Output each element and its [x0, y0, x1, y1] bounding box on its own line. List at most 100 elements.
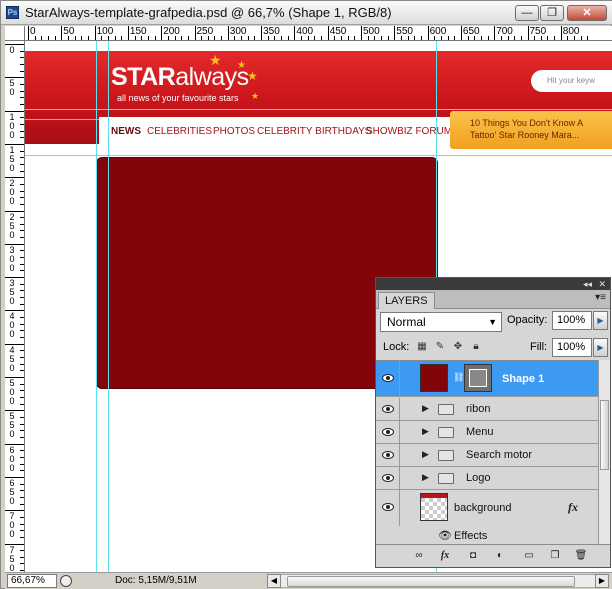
ruler-minor-tick	[287, 36, 289, 40]
fill-slider-button[interactable]: ▶	[593, 338, 608, 357]
ruler-minor-tick	[507, 36, 509, 40]
folder-icon	[438, 450, 454, 461]
ruler-minor-tick	[20, 570, 24, 572]
ruler-minor-tick	[20, 230, 24, 232]
expand-triangle-icon[interactable]: ▶	[422, 403, 429, 414]
chain-link-icon[interactable]: ⛓	[453, 372, 464, 383]
add-style-icon[interactable]: fx	[438, 549, 452, 563]
close-button[interactable]: ✕	[567, 5, 607, 21]
blend-mode-select[interactable]: Normal ▼	[380, 312, 502, 332]
ruler-major-tick	[5, 143, 24, 145]
scroll-left-button[interactable]: ◀	[267, 574, 281, 588]
adjustment-layer-icon[interactable]: ◐	[493, 549, 507, 563]
ruler-major-tick	[5, 510, 24, 512]
ruler-minor-tick	[20, 197, 24, 199]
delete-layer-icon[interactable]: 🗑︎	[574, 549, 588, 563]
ruler-major-tick	[194, 26, 196, 40]
ruler-label: 800	[562, 26, 580, 37]
lock-transparency-icon[interactable]: ▦	[416, 341, 428, 353]
ruler-minor-tick	[20, 550, 24, 552]
link-layers-icon[interactable]: ∞	[412, 549, 426, 563]
visibility-toggle[interactable]	[376, 361, 400, 396]
scroll-right-button[interactable]: ▶	[595, 574, 609, 588]
ruler-minor-tick	[487, 36, 489, 40]
horizontal-scrollbar[interactable]	[281, 574, 595, 588]
ruler-minor-tick	[454, 36, 456, 40]
ruler-major-tick	[327, 26, 329, 40]
guide-line[interactable]	[108, 41, 109, 572]
opacity-slider-button[interactable]: ▶	[593, 311, 608, 330]
document-size-info[interactable]: Doc: 5,15M/9,51M	[115, 575, 197, 586]
ruler-minor-tick	[167, 36, 169, 40]
ruler-minor-tick	[414, 36, 416, 40]
horizontal-ruler[interactable]: 0 50 100 150 200 250 300 350 400 450 500 550 600 650 7…	[25, 26, 612, 41]
ruler-major-tick	[494, 26, 496, 40]
tab-layers[interactable]: LAYERS	[378, 292, 435, 309]
expand-triangle-icon[interactable]: ▶	[422, 472, 429, 483]
zoom-level-field[interactable]: 66,67%	[7, 574, 57, 588]
folder-icon	[438, 404, 454, 415]
effects-subrow[interactable]: 👁︎ Effects	[400, 527, 598, 544]
layers-scroll-thumb[interactable]	[600, 400, 609, 470]
layers-vertical-scrollbar[interactable]	[598, 360, 610, 544]
minimize-button[interactable]: —	[515, 5, 539, 21]
ruler-minor-tick	[554, 36, 556, 40]
new-layer-icon[interactable]: ❐	[548, 549, 562, 563]
ruler-major-tick	[161, 26, 163, 40]
horizontal-scroll-thumb[interactable]	[287, 576, 575, 587]
layer-effects-icon[interactable]: fx	[568, 500, 578, 515]
layer-row-ribon[interactable]: ▶ ribon	[376, 398, 598, 421]
collapse-panel-icon[interactable]: ◂◂	[583, 278, 592, 290]
expand-triangle-icon[interactable]: ▶	[422, 449, 429, 460]
promo-ribbon: 10 Things You Don't Know A Tattoo' Star …	[450, 111, 612, 149]
visibility-toggle[interactable]	[376, 467, 400, 489]
ruler-major-tick	[5, 110, 24, 112]
expand-triangle-icon[interactable]: ▶	[422, 426, 429, 437]
document-status-icon[interactable]	[60, 575, 72, 587]
layer-row-menu[interactable]: ▶ Menu	[376, 421, 598, 444]
ruler-minor-tick	[547, 36, 549, 40]
ruler-label: 500	[363, 26, 380, 37]
lock-all-icon[interactable]: 🔒︎	[470, 341, 482, 353]
ruler-minor-tick	[400, 36, 402, 40]
effects-eye-icon[interactable]: 👁︎	[438, 529, 452, 542]
ruler-minor-tick	[20, 436, 24, 438]
lock-image-icon[interactable]: ✎	[434, 341, 446, 353]
restore-button[interactable]: ❐	[540, 5, 564, 21]
ruler-minor-tick	[407, 36, 409, 40]
ruler-minor-tick	[20, 416, 24, 418]
ruler-minor-tick	[580, 36, 582, 40]
visibility-toggle[interactable]	[376, 398, 400, 420]
ruler-minor-tick	[241, 36, 243, 40]
layer-row-logo[interactable]: ▶ Logo	[376, 467, 598, 490]
ruler-label: 7 5 0	[9, 544, 15, 572]
ruler-minor-tick	[514, 36, 516, 40]
ruler-origin[interactable]	[5, 26, 25, 41]
opacity-input[interactable]: 100%	[552, 311, 592, 330]
panel-menu-icon[interactable]: ▾≡	[595, 292, 606, 303]
guide-line[interactable]	[96, 41, 97, 572]
guide-line[interactable]	[25, 155, 612, 156]
layer-row-search-motor[interactable]: ▶ Search motor	[376, 444, 598, 467]
promo-line-1: 10 Things You Don't Know A	[470, 118, 584, 128]
visibility-toggle[interactable]	[376, 444, 400, 466]
ruler-minor-tick	[20, 130, 24, 132]
fill-input[interactable]: 100%	[552, 338, 592, 357]
ruler-minor-tick	[20, 430, 24, 432]
layer-row-background[interactable]: background fx	[376, 490, 598, 526]
visibility-toggle[interactable]	[376, 421, 400, 443]
lock-position-icon[interactable]: ✥	[452, 341, 464, 353]
layer-name: ribon	[466, 403, 491, 415]
ruler-minor-tick	[20, 157, 24, 159]
new-group-icon[interactable]: ▭	[522, 549, 536, 563]
close-panel-icon[interactable]: ✕	[598, 278, 606, 290]
ruler-minor-tick	[20, 270, 24, 272]
ruler-label: 400	[296, 26, 314, 37]
guide-line[interactable]	[25, 109, 612, 110]
ruler-minor-tick	[420, 36, 422, 40]
vertical-ruler[interactable]: 0 5 0 1 0 0 1 5 0 2 0 0 2 5 0 3 0 0 3 5 0 4 0 0 4…	[5, 41, 25, 572]
add-mask-icon[interactable]: ◘	[466, 549, 480, 563]
visibility-toggle[interactable]	[376, 490, 400, 526]
layer-row-shape-1[interactable]: ⛓ Shape 1	[376, 361, 598, 397]
ruler-minor-tick	[574, 36, 576, 40]
